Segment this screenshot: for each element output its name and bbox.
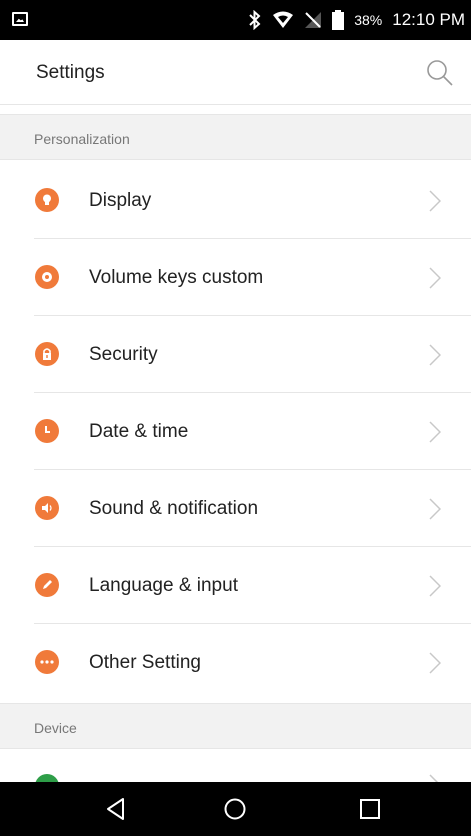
navigation-bar [0,782,471,836]
battery-percent: 38% [354,12,383,28]
app-bar: Settings [0,40,471,105]
item-label: Other Setting [89,652,201,673]
clock-icon [35,419,59,443]
no-sim-icon [304,11,322,29]
chevron-right-icon [429,498,441,520]
chevron-right-icon [429,190,441,212]
section-header-label: Device [34,720,77,736]
pencil-icon [35,573,59,597]
settings-item-display[interactable]: Display [0,162,471,239]
section-header-device: Device [0,703,471,749]
bluetooth-icon [248,10,262,30]
battery-icon [332,10,345,30]
item-label: Sound & notification [89,498,259,519]
more-icon [35,650,59,674]
section-header-label: Personalization [34,131,130,147]
search-icon[interactable] [425,58,455,88]
device-icon [35,774,59,782]
bulb-icon [35,188,59,212]
chevron-right-icon [429,344,441,366]
chevron-right-icon [429,652,441,674]
settings-item-security[interactable]: Security [0,316,471,393]
settings-item-date-time[interactable]: Date & time [0,393,471,470]
chevron-right-icon [429,774,439,782]
clock: 12:10 PM [392,10,465,29]
section-header-personalization: Personalization [0,114,471,160]
back-icon[interactable] [103,796,129,822]
settings-item-device-partial[interactable] [0,750,471,782]
item-label: Display [89,190,152,211]
chevron-right-icon [429,267,441,289]
status-icons: 38% 12:10 PM [248,0,465,40]
gear-icon [35,265,59,289]
settings-item-volume-keys[interactable]: Volume keys custom [0,239,471,316]
item-label: Volume keys custom [89,267,264,288]
item-label: Date & time [89,421,189,442]
item-label: Security [89,344,158,365]
settings-item-sound[interactable]: Sound & notification [0,470,471,547]
recents-icon[interactable] [357,796,383,822]
settings-item-language[interactable]: Language & input [0,547,471,624]
lock-icon [35,342,59,366]
chevron-right-icon [429,575,441,597]
speaker-icon [35,496,59,520]
home-icon[interactable] [222,796,248,822]
status-bar: 38% 12:10 PM [0,0,471,40]
chevron-right-icon [429,421,441,443]
item-label: Language & input [89,575,238,596]
page-title: Settings [36,62,105,83]
settings-item-other[interactable]: Other Setting [0,624,471,701]
wifi-icon [272,11,294,29]
screenshot-icon [12,12,28,26]
